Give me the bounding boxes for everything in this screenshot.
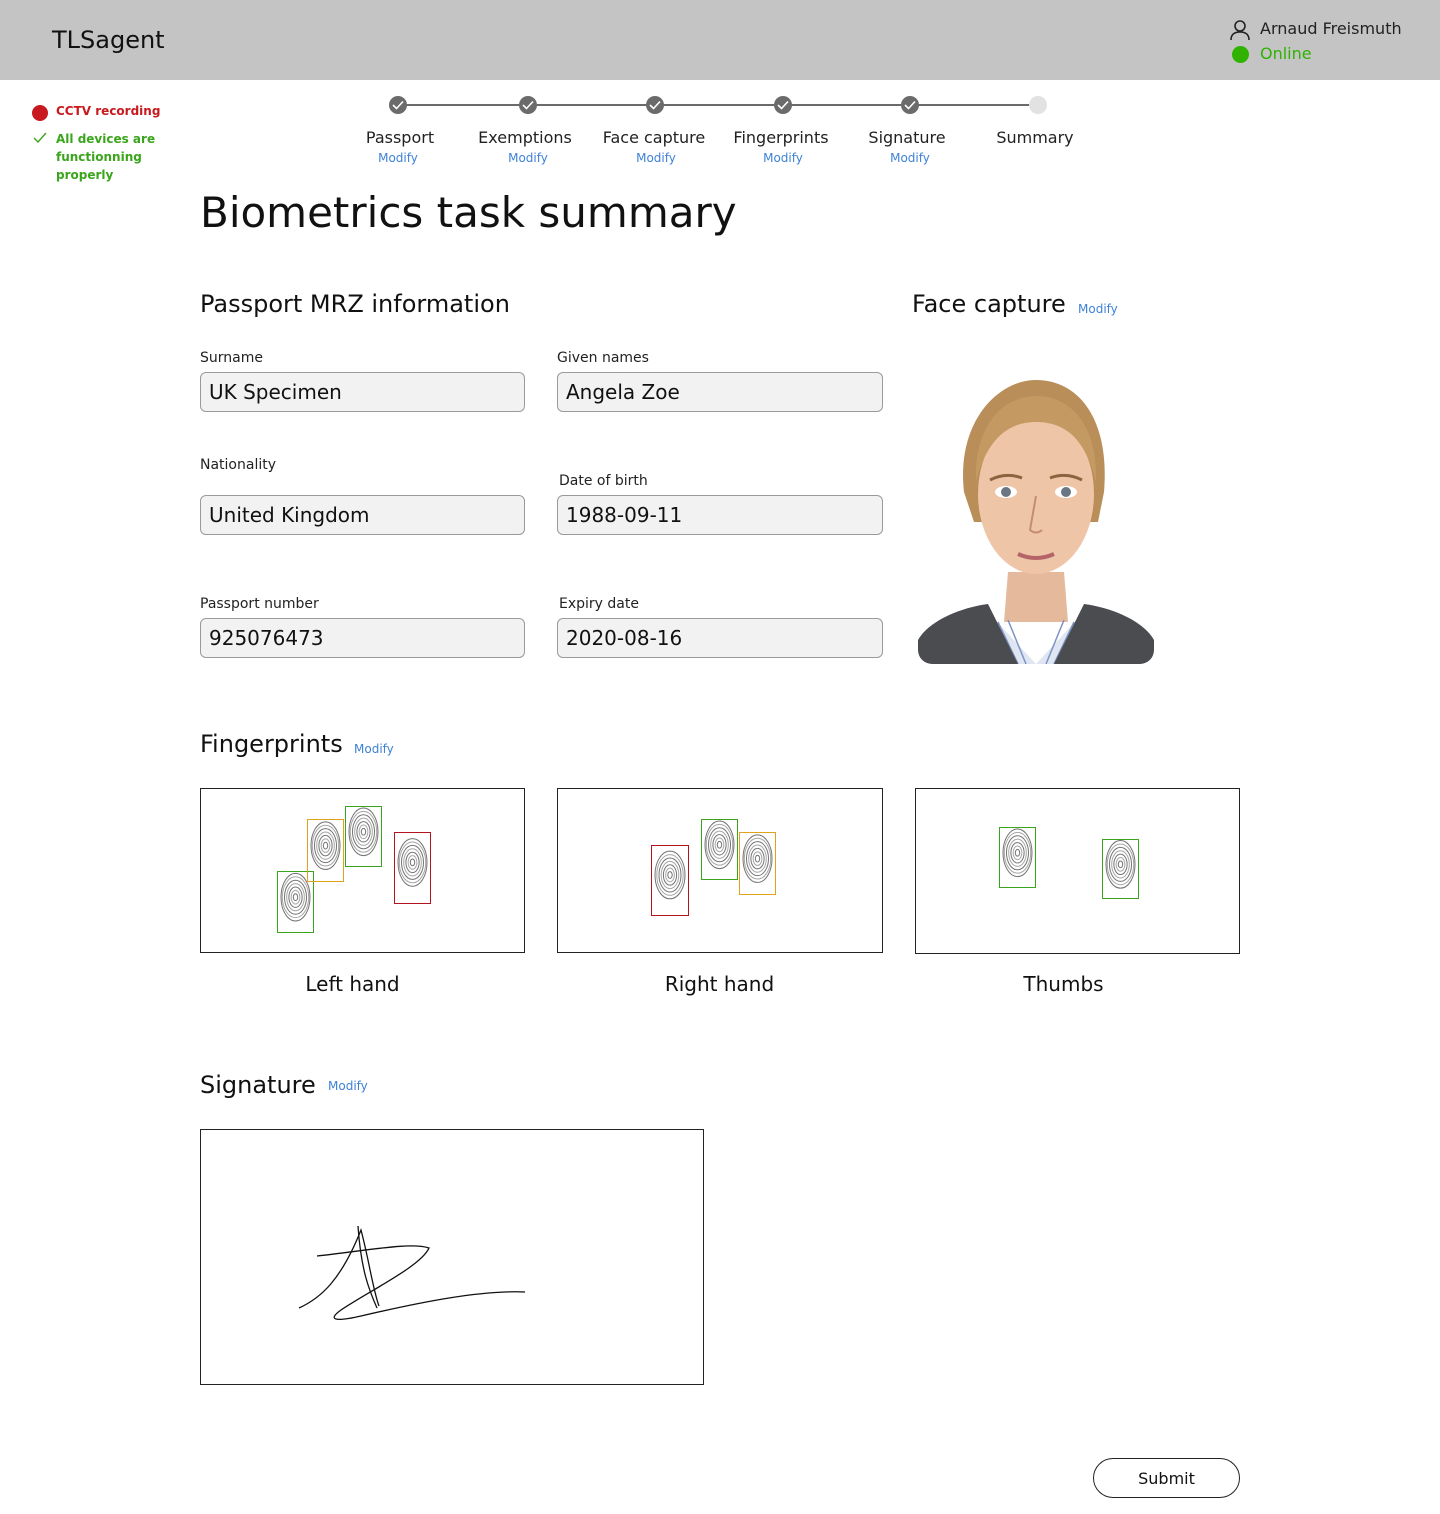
fingerprint-ridges-icon: [704, 820, 735, 870]
fingerprint-ridge: [714, 837, 725, 853]
fingerprint-ridges-icon: [348, 807, 379, 857]
online-status-dot: [1232, 46, 1249, 63]
step-summary-current-icon: [1029, 96, 1047, 114]
fingerprints-section-title: Fingerprints: [200, 730, 343, 758]
thumbs-fingerprint-panel: [915, 788, 1240, 954]
fingerprint-ridge: [320, 838, 331, 853]
step-label-exemptions: Exemptions: [478, 128, 572, 147]
right-hand-caption: Right hand: [664, 972, 775, 996]
fingerprint-ridge: [1006, 835, 1029, 871]
expiry-date-field[interactable]: [557, 618, 883, 658]
thumbs-caption: Thumbs: [1023, 972, 1104, 996]
fingerprint-left-index: [394, 832, 431, 904]
fingerprint-left-thumb: [999, 827, 1036, 888]
passport-section-title: Passport MRZ information: [200, 290, 510, 318]
passport-number-field[interactable]: [200, 618, 525, 658]
fingerprint-ridge: [407, 855, 418, 870]
submit-button[interactable]: Submit: [1093, 1458, 1240, 1498]
fingerprint-ridge: [358, 824, 369, 840]
fingerprint-left-middle: [345, 806, 382, 867]
signature-modify-link[interactable]: Modify: [328, 1079, 368, 1093]
fingerprint-ridge: [322, 841, 329, 850]
step-modify-signature[interactable]: Modify: [850, 151, 970, 165]
fingerprint-ridge: [290, 889, 301, 905]
fingerprint-ridge: [752, 851, 763, 866]
fingerprint-ridge: [708, 827, 731, 863]
nationality-label: Nationality: [200, 457, 277, 473]
fingerprint-ridge: [665, 867, 675, 883]
date-of-birth-field[interactable]: [557, 495, 883, 535]
step-modify-fingerprints[interactable]: Modify: [723, 151, 843, 165]
fingerprint-ridge: [284, 879, 307, 915]
right-hand-fingerprint-panel: [557, 788, 883, 953]
left-hand-fingerprint-panel: [200, 788, 525, 953]
fingerprint-ridge: [401, 844, 424, 880]
left-hand-caption: Left hand: [305, 972, 400, 996]
fingerprint-left-ring: [307, 819, 344, 882]
given-names-label: Given names: [557, 350, 649, 366]
fingerprint-ridges-icon: [1105, 840, 1136, 889]
page-title: Biometrics task summary: [200, 188, 737, 237]
nationality-field[interactable]: [200, 495, 525, 535]
fingerprint-ridge: [667, 871, 673, 879]
fingerprint-ridge: [658, 857, 682, 893]
fingerprint-ridges-icon: [1002, 828, 1033, 878]
step-modify-exemptions[interactable]: Modify: [468, 151, 588, 165]
online-status-label: Online: [1260, 44, 1312, 63]
expiry-date-label: Expiry date: [559, 596, 639, 612]
step-signature-done-icon: [901, 96, 919, 114]
given-names-field[interactable]: [557, 372, 883, 412]
check-icon: [33, 132, 47, 144]
cctv-recording-label: CCTV recording: [56, 104, 161, 118]
face-capture-section-title: Face capture: [912, 290, 1066, 318]
fingerprint-ridge: [1012, 845, 1023, 861]
fingerprint-ridge: [352, 814, 375, 850]
app-title: TLSagent: [52, 26, 165, 54]
signature-image: [298, 1225, 526, 1321]
passport-number-label: Passport number: [200, 596, 319, 612]
user-name[interactable]: Arnaud Freismuth: [1260, 19, 1402, 38]
fingerprint-ridge: [314, 828, 337, 864]
fingerprint-ridge: [716, 840, 723, 849]
date-of-birth-label: Date of birth: [559, 473, 648, 489]
step-modify-passport[interactable]: Modify: [338, 151, 458, 165]
fingerprint-right-middle: [701, 819, 738, 880]
fingerprint-right-ring: [739, 832, 776, 895]
step-passport-done-icon: [389, 96, 407, 114]
fingerprint-ridge: [1109, 846, 1132, 882]
signature-panel: [200, 1129, 704, 1385]
fingerprint-ridge: [1014, 848, 1021, 857]
fingerprint-ridges-icon: [654, 850, 686, 900]
fingerprint-right-index: [651, 845, 689, 916]
fingerprint-ridge: [1117, 860, 1124, 869]
fingerprint-right-thumb: [1102, 839, 1139, 899]
fingerprint-ridges-icon: [310, 821, 341, 870]
step-label-summary: Summary: [996, 128, 1074, 147]
fingerprint-ridge: [754, 854, 761, 863]
fingerprint-ridge: [409, 858, 416, 867]
step-exemptions-done-icon: [519, 96, 537, 114]
fingerprint-ridge: [746, 841, 769, 877]
step-fingerprints-done-icon: [774, 96, 792, 114]
fingerprint-ridges-icon: [397, 838, 428, 887]
signature-section-title: Signature: [200, 1071, 316, 1099]
fingerprint-ridge: [360, 827, 367, 836]
surname-field[interactable]: [200, 372, 525, 412]
step-modify-face-capture[interactable]: Modify: [596, 151, 716, 165]
surname-label: Surname: [200, 350, 263, 366]
user-icon: [1230, 20, 1250, 41]
devices-status-label: All devices are functionning properly: [56, 132, 156, 182]
fingerprint-ridge: [1115, 857, 1126, 872]
face-photo: [918, 372, 1154, 664]
stepper-track: [398, 104, 1038, 106]
face-capture-modify-link[interactable]: Modify: [1078, 302, 1118, 316]
top-bar: TLSagent Arnaud Freismuth Online: [0, 0, 1440, 80]
fingerprints-modify-link[interactable]: Modify: [354, 742, 394, 756]
fingerprint-ridges-icon: [742, 834, 773, 883]
fingerprint-ridge: [292, 893, 299, 902]
step-face-capture-done-icon: [646, 96, 664, 114]
cctv-recording-icon: [32, 105, 48, 121]
